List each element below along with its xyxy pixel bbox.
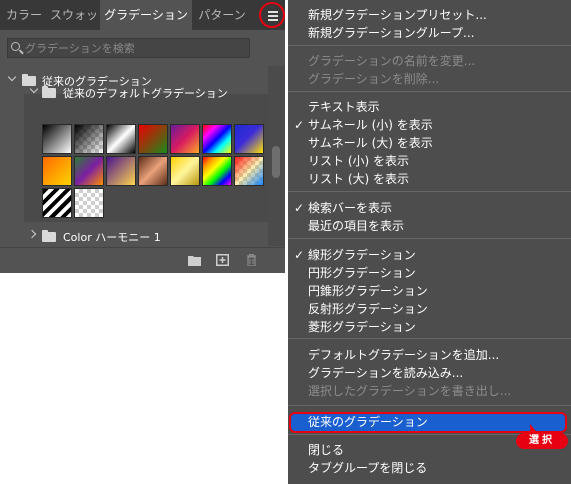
tab-color[interactable]: カラー <box>0 0 48 30</box>
scrollbar-thumb[interactable] <box>272 146 280 178</box>
checkmark-icon: ✓ <box>294 201 305 215</box>
folder-icon <box>42 86 56 98</box>
menu-item[interactable]: サムネール (大) を表示 <box>308 134 433 152</box>
gradient-thumbnail[interactable] <box>106 124 136 154</box>
menu-item[interactable]: タブグループを閉じる <box>308 459 427 477</box>
menu-item[interactable]: 新規グラデーションプリセット... <box>308 6 487 24</box>
gradient-thumbnail[interactable] <box>106 156 136 186</box>
menu-item[interactable]: 検索バーを表示 <box>308 199 392 217</box>
menu-item[interactable]: 最近の項目を表示 <box>308 217 404 235</box>
gradient-thumbnail[interactable] <box>138 124 168 154</box>
panel-footer <box>0 247 285 273</box>
menu-separator <box>288 45 571 46</box>
gradient-thumbnail[interactable] <box>74 188 104 218</box>
gradient-thumbnail[interactable] <box>170 124 200 154</box>
subgroup-label[interactable]: 従来のデフォルトグラデーション <box>63 85 228 101</box>
tab-gradients[interactable]: グラデーション <box>100 0 192 30</box>
tab-patterns[interactable]: パターン <box>192 0 252 30</box>
collapsed-group-label[interactable]: Color ハーモニー 1 <box>63 229 161 245</box>
menu-item[interactable]: デフォルトグラデーションを追加... <box>308 346 499 364</box>
scrollbar[interactable] <box>268 66 285 246</box>
checkmark-icon: ✓ <box>294 118 305 132</box>
menu-item[interactable]: サムネール (小) を表示 <box>308 116 433 134</box>
menu-separator <box>288 238 571 239</box>
search-input[interactable] <box>25 39 245 57</box>
gradient-thumbnail[interactable] <box>42 156 72 186</box>
checkmark-icon: ✓ <box>294 248 305 262</box>
menu-item: グラデーションを削除... <box>308 72 440 86</box>
menu-item[interactable]: 円錐形グラデーション <box>308 282 428 300</box>
gradient-thumbnail[interactable] <box>42 188 72 218</box>
folder-icon <box>42 230 56 242</box>
gradient-thumbnail[interactable] <box>138 156 168 186</box>
gradient-thumbnail[interactable] <box>234 124 264 154</box>
gradient-thumbnail[interactable] <box>202 124 232 154</box>
gradient-thumbnail[interactable] <box>170 156 200 186</box>
gradient-thumbnail[interactable] <box>42 124 72 154</box>
subgroup-container: 従来のデフォルトグラデーション <box>24 84 268 222</box>
tab-swatches[interactable]: スウォッ <box>48 0 100 30</box>
trash-icon[interactable] <box>245 254 258 266</box>
chevron-right-icon[interactable] <box>27 229 37 239</box>
gradient-thumbnail[interactable] <box>74 124 104 154</box>
new-gradient-icon[interactable] <box>216 254 229 266</box>
menu-item-legacy-gradients[interactable]: 従来のグラデーション <box>308 413 428 431</box>
menu-item[interactable]: テキスト表示 <box>308 98 380 116</box>
search-bar <box>7 38 250 58</box>
menu-item[interactable]: グラデーションを読み込み... <box>308 364 463 382</box>
select-callout-label: 選択 <box>516 433 568 449</box>
gradient-thumbnail[interactable] <box>202 156 232 186</box>
new-group-folder-icon[interactable] <box>188 254 201 266</box>
menu-item[interactable]: 菱形グラデーション <box>308 318 416 336</box>
menu-separator <box>288 338 571 339</box>
gradient-thumbnail[interactable] <box>234 156 264 186</box>
menu-item[interactable]: リスト (小) を表示 <box>308 152 409 170</box>
collapsed-group-row[interactable]: Color ハーモニー 1 <box>0 226 268 246</box>
search-icon <box>11 42 20 51</box>
panel-tab-bar: カラー スウォッ グラデーション パターン <box>0 0 285 30</box>
annotation-circle <box>259 2 285 28</box>
panel-flyout-menu: 新規グラデーションプリセット... 新規グラデーショングループ... グラデーション… <box>288 0 571 484</box>
menu-item: 選択したグラデーションを書き出し... <box>308 384 512 398</box>
chevron-down-icon[interactable] <box>7 72 17 82</box>
menu-item[interactable]: 反射形グラデーション <box>308 300 428 318</box>
menu-item[interactable]: 円形グラデーション <box>308 264 416 282</box>
gradient-thumbnail[interactable] <box>74 156 104 186</box>
menu-item[interactable]: 線形グラデーション <box>308 246 416 264</box>
menu-separator <box>288 91 571 92</box>
menu-separator <box>288 191 571 192</box>
menu-separator <box>288 405 571 406</box>
menu-item[interactable]: 閉じる <box>308 441 344 459</box>
menu-item[interactable]: リスト (大) を表示 <box>308 170 409 188</box>
menu-item[interactable]: 新規グラデーショングループ... <box>308 24 475 42</box>
menu-item: グラデーションの名前を変更... <box>308 54 476 68</box>
gradients-panel: カラー スウォッ グラデーション パターン 従来のグラデーション 従来のデフォル… <box>0 0 285 273</box>
